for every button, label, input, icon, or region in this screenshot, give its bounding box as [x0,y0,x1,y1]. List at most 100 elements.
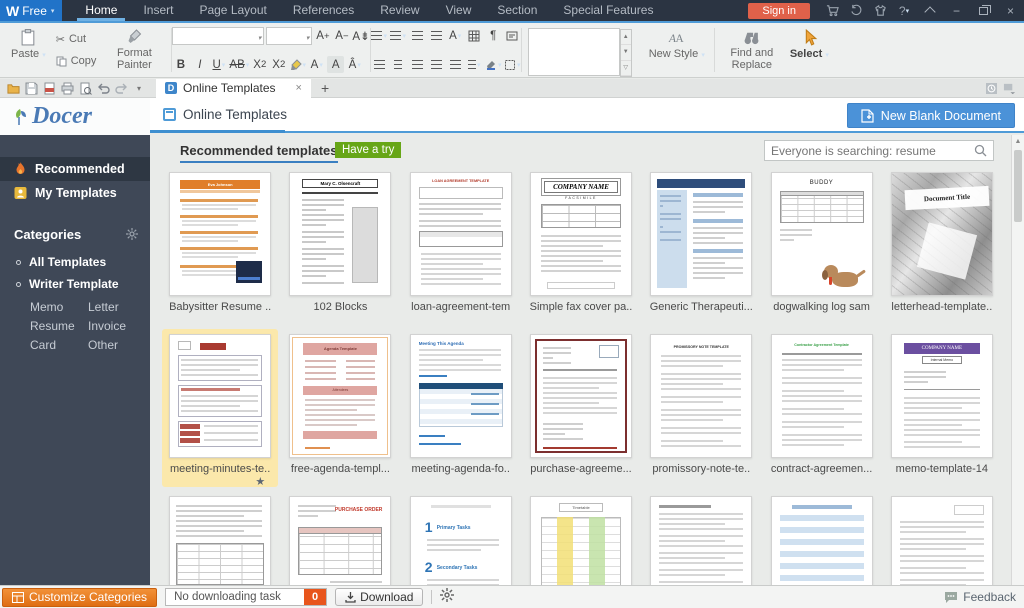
menu-tab-references[interactable]: References [280,0,367,21]
save-icon[interactable] [22,79,40,98]
select-button[interactable]: Select ▾ [785,26,834,74]
line-spacing-button[interactable]: ▾ [466,56,483,73]
close-icon[interactable]: × [997,0,1024,21]
template-card-simple-fax-cover-pa[interactable]: COMPANY NAMEFACSIMILESimple fax cover pa… [523,167,639,325]
template-thumbnail[interactable] [650,496,752,585]
clear-format-button[interactable]: A⇟ [352,28,369,45]
highlight-button[interactable]: ▾ [289,56,306,73]
template-thumbnail[interactable] [169,334,271,458]
template-card[interactable] [884,491,1000,585]
template-thumbnail[interactable]: PURCHASE ORDER [289,496,391,585]
menu-tab-section[interactable]: Section [484,0,550,21]
font-family-select[interactable]: ▾ [172,27,264,45]
template-thumbnail[interactable]: Document Title [891,172,993,296]
undo-icon[interactable] [94,79,112,98]
template-card[interactable]: 1Primary Tasks2Secondary Tasks [403,491,519,585]
bold-button[interactable]: B [172,56,189,73]
search-icon[interactable] [974,144,987,157]
template-card[interactable]: PURCHASE ORDER [282,491,398,585]
category-writer-template[interactable]: Writer Template [0,273,150,295]
category-all-templates[interactable]: All Templates [0,251,150,273]
template-card-promissory-note-te[interactable]: PROMISSORY NOTE TEMPLATEpromissory-note-… [643,329,759,487]
subcategory-invoice[interactable]: Invoice [88,318,146,334]
template-card-contract-agreemen[interactable]: Contractor Agreement Templatecontract-ag… [763,329,879,487]
open-icon[interactable] [4,79,22,98]
gear-icon[interactable] [126,228,138,240]
menu-tab-insert[interactable]: Insert [130,0,186,21]
distribute-button[interactable] [447,56,464,73]
restore-icon[interactable] [970,0,997,21]
scrollbar[interactable]: ▲ [1011,135,1024,585]
switch-window-icon[interactable] [1000,79,1018,98]
template-card-babysitter-resume[interactable]: Eva JohnsonBabysitter Resume .. [162,167,278,325]
template-thumbnail[interactable]: Eva Johnson [169,172,271,296]
template-card-102-blocks[interactable]: Mary C. Olsencraft102 Blocks [282,167,398,325]
template-card-free-agenda-templ[interactable]: Agenda TemplateAttendeesfree-agenda-temp… [282,329,398,487]
subcategory-letter[interactable]: Letter [88,299,146,315]
template-card[interactable] [643,491,759,585]
sign-in-button[interactable]: Sign in [748,3,810,19]
menu-tab-home[interactable]: Home [72,0,130,21]
template-thumbnail[interactable]: BUDDY [771,172,873,296]
paragraph-mark-button[interactable]: ¶ [485,27,502,44]
align-center-button[interactable] [390,56,407,73]
text-direction-button[interactable]: A▾ [447,27,464,44]
template-thumbnail[interactable]: Meeting This Agenda [410,334,512,458]
print-preview-icon[interactable] [76,79,94,98]
border-button[interactable]: ▾ [504,56,521,73]
template-thumbnail[interactable] [169,496,271,585]
template-card[interactable]: Timetable [523,491,639,585]
scroll-up-icon[interactable]: ▲ [1012,135,1024,148]
underline-button[interactable]: U▾ [210,56,227,73]
table-icon[interactable] [466,27,483,44]
cut-button[interactable]: ✂Cut [53,32,100,47]
justify-button[interactable] [428,56,445,73]
font-color-button[interactable]: A▾ [308,56,325,73]
settings-gear-icon[interactable] [440,588,454,607]
template-thumbnail[interactable]: PROMISSORY NOTE TEMPLATE [650,334,752,458]
template-card[interactable] [763,491,879,585]
feedback-button[interactable]: Feedback [944,590,1016,604]
template-thumbnail[interactable] [530,334,632,458]
template-thumbnail[interactable] [771,496,873,585]
menu-tab-page-layout[interactable]: Page Layout [186,0,279,21]
print-icon[interactable] [58,79,76,98]
template-thumbnail[interactable]: LOAN AGREEMENT TEMPLATE [410,172,512,296]
template-thumbnail[interactable]: COMPANY NAMEInternal Memo [891,334,993,458]
template-card-letterhead-template[interactable]: Document Titleletterhead-template.. [884,167,1000,325]
number-list-button[interactable]: ▾ [390,27,407,44]
template-card-meeting-agenda-fo[interactable]: Meeting This Agendameeting-agenda-fo.. [403,329,519,487]
customize-categories-button[interactable]: Customize Categories [2,588,157,607]
copy-button[interactable]: Copy [53,54,100,68]
menu-tab-review[interactable]: Review [367,0,432,21]
template-card-purchase-agreeme[interactable]: purchase-agreeme... [523,329,639,487]
align-left-button[interactable] [371,56,388,73]
template-card-loan-agreement-tem[interactable]: LOAN AGREEMENT TEMPLATEloan-agreement-te… [403,167,519,325]
template-card-meeting-minutes-te[interactable]: meeting-minutes-te..★ [162,329,278,487]
subcategory-resume[interactable]: Resume [30,318,88,334]
favorite-star-icon[interactable]: ★ [165,476,275,489]
template-card-dogwalking-log-sam[interactable]: BUDDY dogwalking log sam [763,167,879,325]
superscript-button[interactable]: X2 [251,56,268,73]
template-thumbnail[interactable] [650,172,752,296]
font-size-select[interactable]: ▾ [266,27,312,45]
template-thumbnail[interactable] [891,496,993,585]
subcategory-memo[interactable]: Memo [30,299,88,315]
subscript-button[interactable]: X2 [270,56,287,73]
close-tab-icon[interactable]: × [296,82,302,94]
template-thumbnail[interactable]: COMPANY NAMEFACSIMILE [530,172,632,296]
format-painter-button[interactable]: Format Painter [101,26,167,74]
scrollbar-thumb[interactable] [1014,150,1022,222]
menu-tab-view[interactable]: View [433,0,485,21]
italic-button[interactable]: I [191,56,208,73]
template-card-generic-therapeuti[interactable]: Generic Therapeuti... [643,167,759,325]
increase-font-button[interactable]: A+ [314,28,331,45]
tab-online-templates[interactable]: Online Templates [163,107,287,122]
template-thumbnail[interactable]: Mary C. Olsencraft [289,172,391,296]
document-tab[interactable]: D Online Templates × [156,79,311,98]
redo-icon[interactable] [112,79,130,98]
download-button[interactable]: Download [335,588,423,606]
help-icon[interactable]: ?▾ [892,0,916,21]
sidebar-item-recommended[interactable]: Recommended [0,157,150,181]
bullet-list-button[interactable]: ▾ [371,27,388,44]
